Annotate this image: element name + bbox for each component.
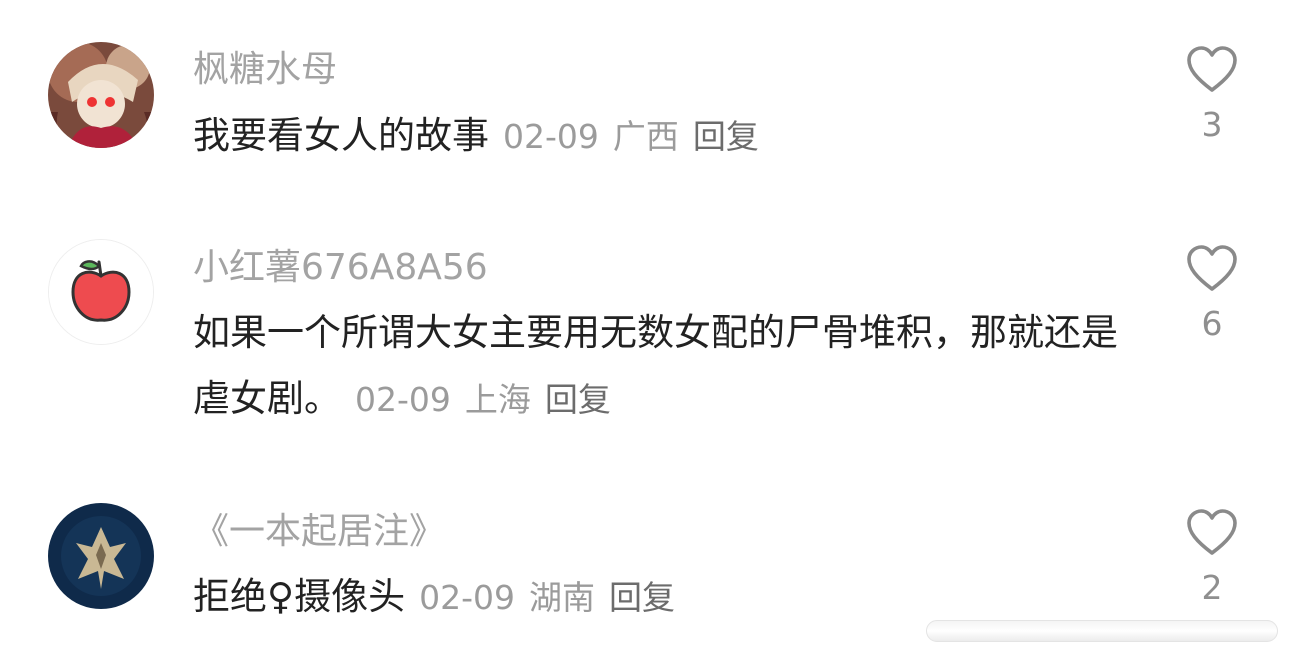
- comment-date: 02-09: [419, 578, 515, 617]
- horizontal-scrollbar[interactable]: [926, 620, 1278, 642]
- comment-location: 湖南: [529, 578, 595, 617]
- comment-body: 拒绝♀摄像头: [193, 575, 406, 618]
- heart-icon[interactable]: [1172, 508, 1252, 556]
- comment-meta: 02-09 湖南 回复: [419, 578, 689, 617]
- dark-emblem-avatar: [48, 503, 154, 609]
- avatar[interactable]: [48, 503, 154, 609]
- like-button[interactable]: 2: [1172, 508, 1252, 608]
- like-count: 2: [1201, 568, 1223, 607]
- username[interactable]: 《一本起居注》: [193, 510, 445, 554]
- comment-item: 《一本起居注》 拒绝♀摄像头 02-09 湖南 回复 2: [0, 0, 1290, 660]
- reply-button[interactable]: 回复: [609, 578, 675, 617]
